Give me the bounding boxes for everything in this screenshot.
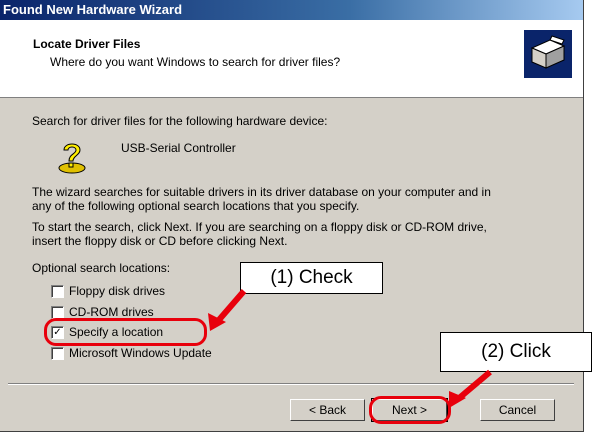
header-subtitle: Where do you want Windows to search for … <box>50 55 341 69</box>
description-line-1: The wizard searches for suitable drivers… <box>32 185 491 199</box>
next-button-highlight <box>369 396 451 424</box>
header-title: Locate Driver Files <box>33 37 141 51</box>
instruction-line-2: insert the floppy disk or CD before clic… <box>32 234 288 248</box>
title-bar[interactable]: Found New Hardware Wizard <box>0 0 583 20</box>
window-title: Found New Hardware Wizard <box>3 2 183 17</box>
back-button[interactable]: < Back <box>290 399 365 421</box>
device-name: USB-Serial Controller <box>121 141 236 155</box>
optional-locations-label: Optional search locations: <box>32 261 171 275</box>
cancel-button[interactable]: Cancel <box>480 399 555 421</box>
hardware-wizard-icon <box>524 30 572 78</box>
instruction-line-1: To start the search, click Next. If you … <box>32 220 487 234</box>
specify-location-highlight <box>44 318 207 346</box>
click-callout: (2) Click <box>440 332 592 372</box>
windows-update-label[interactable]: Microsoft Windows Update <box>69 346 212 360</box>
question-mark-icon <box>56 138 88 174</box>
check-callout: (1) Check <box>240 262 383 294</box>
intro-text: Search for driver files for the followin… <box>32 114 328 128</box>
cdrom-label[interactable]: CD-ROM drives <box>69 305 154 319</box>
windows-update-checkbox[interactable] <box>51 347 64 360</box>
floppy-checkbox[interactable] <box>51 285 64 298</box>
description-line-2: any of the following optional search loc… <box>32 199 360 213</box>
wizard-header: Locate Driver Files Where do you want Wi… <box>0 20 583 98</box>
floppy-label[interactable]: Floppy disk drives <box>69 284 165 298</box>
footer-separator <box>8 383 574 385</box>
